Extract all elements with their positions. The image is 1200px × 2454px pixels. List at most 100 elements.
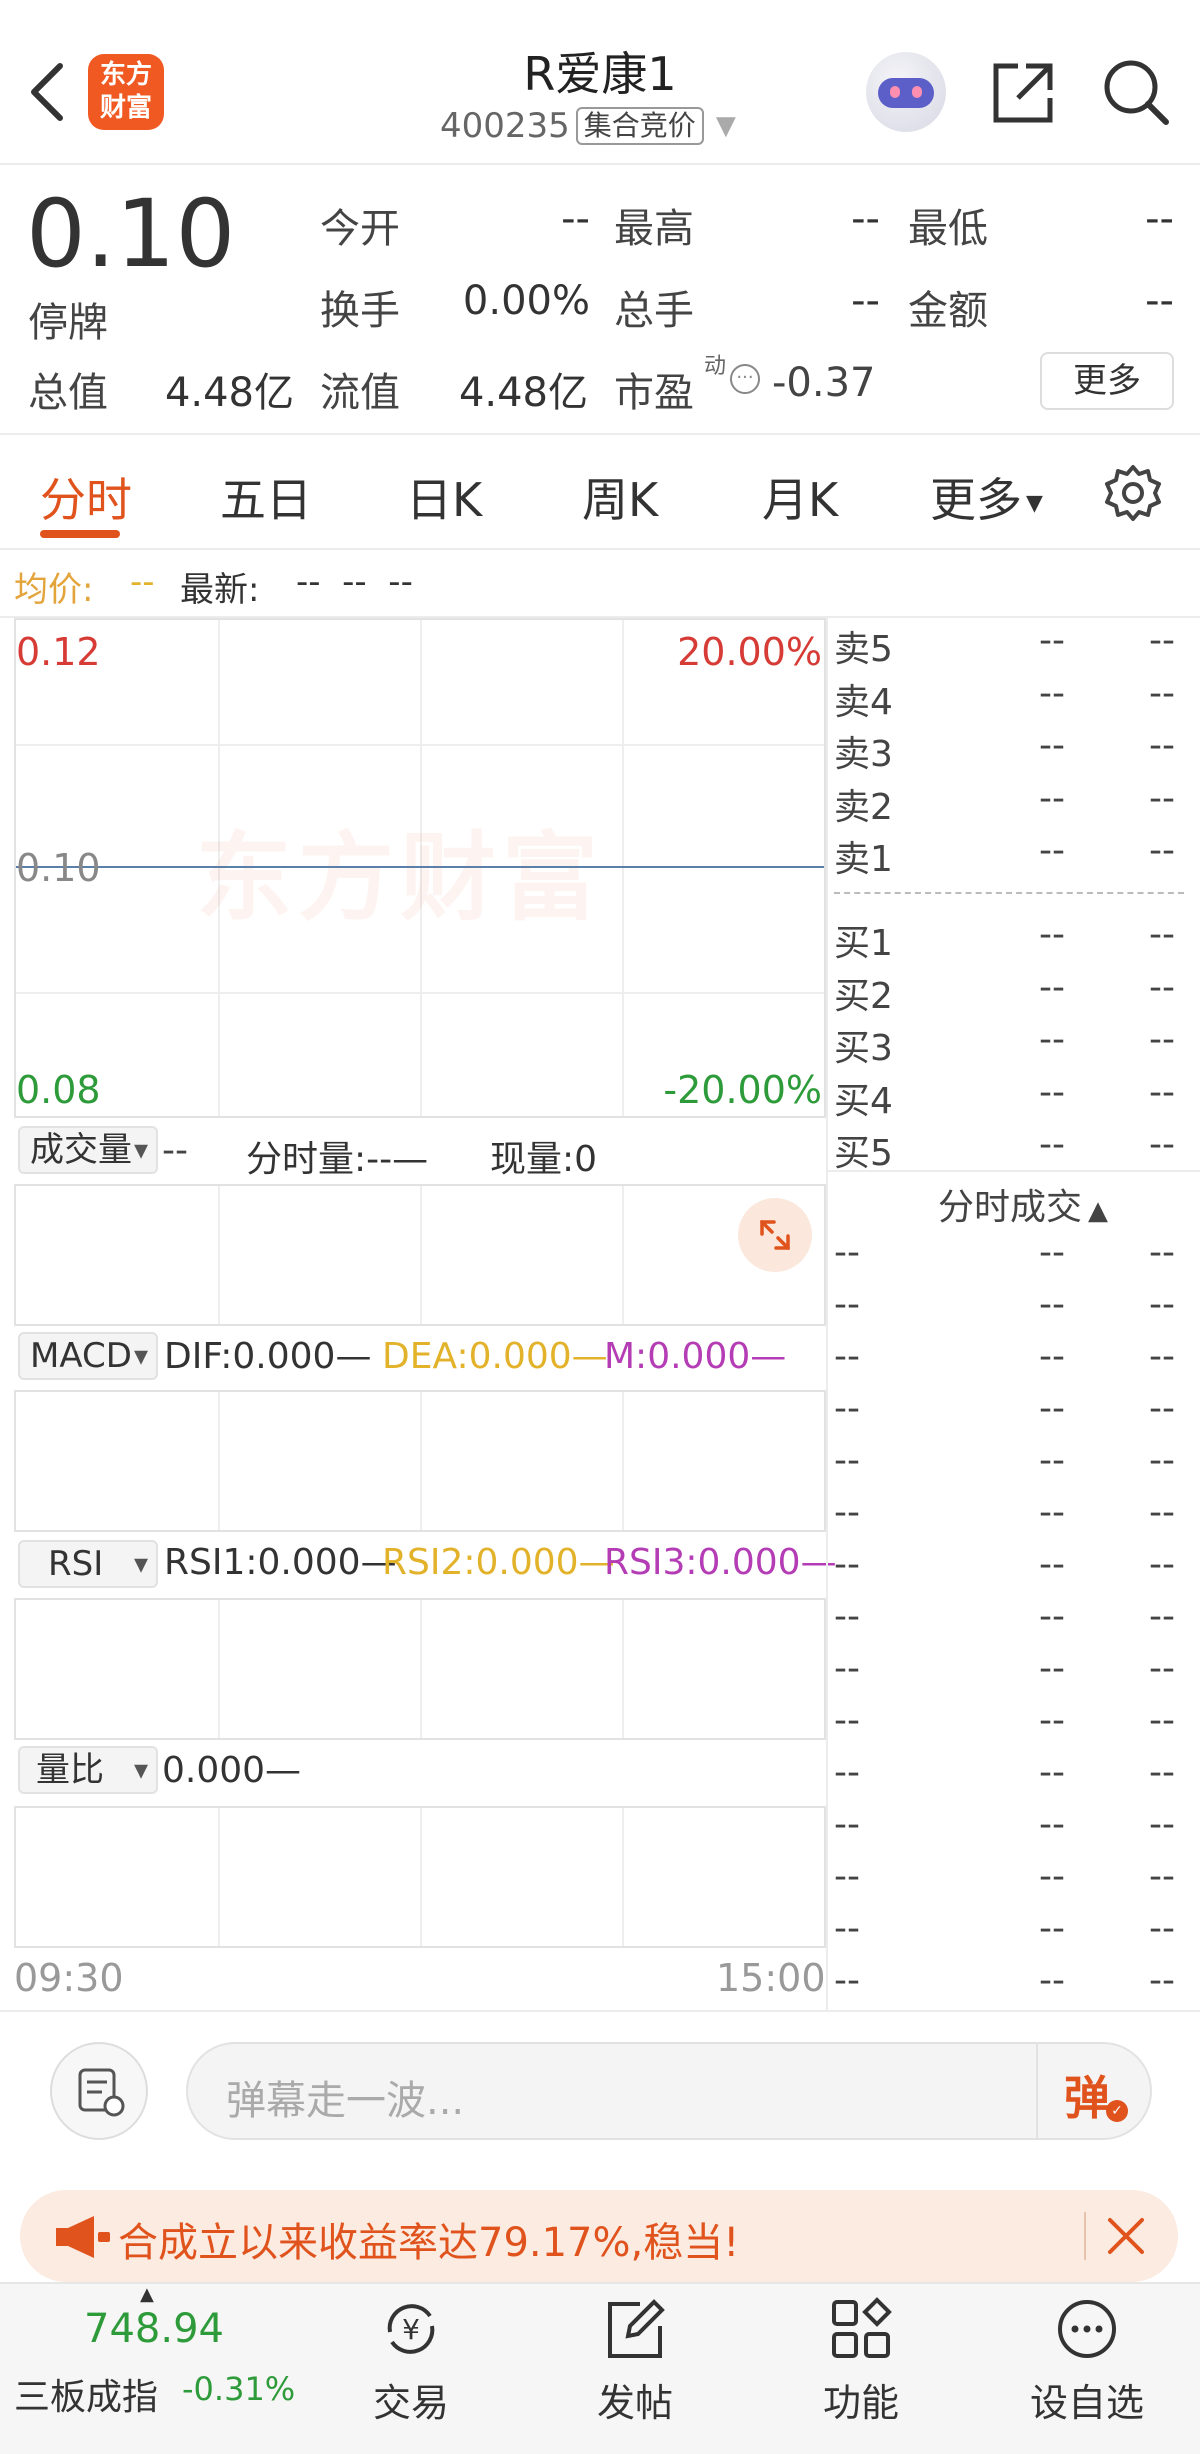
danmaku-settings-icon[interactable]	[50, 2042, 148, 2140]
trade-volume: --	[1149, 1388, 1175, 1429]
auction-tag: 集合竞价	[575, 107, 704, 145]
back-arrow-icon[interactable]	[24, 60, 68, 124]
close-icon[interactable]	[1104, 2214, 1148, 2258]
trade-label: --	[834, 1492, 860, 1533]
volume-value: --	[162, 1130, 188, 1171]
top-bar: 东方 财富 R爱康1 400235 集合竞价 ▼	[0, 0, 1200, 165]
rsi-indicator-select[interactable]: RSI	[18, 1540, 158, 1588]
tab-five-day[interactable]: 五日	[220, 464, 312, 530]
market-cap-label: 总值	[28, 370, 108, 416]
ask-label: 卖2	[834, 786, 893, 828]
tab-weekly-k[interactable]: 周K	[582, 464, 658, 530]
share-icon[interactable]	[988, 58, 1058, 128]
more-button[interactable]: 更多	[1040, 352, 1174, 410]
bid-row[interactable]: 买3 -- --	[834, 1019, 1200, 1071]
macd-m: M:0.000—	[604, 1336, 787, 1377]
volume-chart[interactable]	[14, 1184, 826, 1326]
trade-label: --	[834, 1752, 860, 1793]
trade-row[interactable]: -- -- --	[834, 1596, 1200, 1648]
ask-price: --	[1039, 672, 1065, 714]
trade-row[interactable]: -- -- --	[834, 1960, 1200, 2012]
trade-row[interactable]: -- -- --	[834, 1388, 1200, 1440]
trade-label: --	[834, 1544, 860, 1585]
macd-chart[interactable]	[14, 1390, 826, 1532]
index-value[interactable]: 748.94	[84, 2306, 224, 2352]
trades-title-label: 分时成交	[938, 1187, 1083, 1228]
ask-row[interactable]: 卖1 -- --	[834, 830, 1200, 882]
pct-axis-bottom: -20.00%	[663, 1068, 822, 1112]
tab-daily-k[interactable]: 日K	[406, 464, 482, 530]
promo-banner[interactable]: 合成立以来收益率达79.17%,稳当!	[20, 2190, 1178, 2282]
danmaku-input[interactable]: 弹幕走一波... 弹 ✓	[186, 2042, 1152, 2140]
nav-add-watchlist[interactable]: 设自选	[1012, 2294, 1162, 2427]
trade-price: --	[1039, 1492, 1065, 1533]
macd-indicator-select[interactable]: MACD	[18, 1332, 158, 1380]
danmaku-send-button[interactable]: 弹	[1064, 2062, 1110, 2128]
bid-volume: --	[1149, 1019, 1175, 1060]
trade-row[interactable]: -- -- --	[834, 1232, 1200, 1284]
trade-price: --	[1039, 1908, 1065, 1949]
trades-title[interactable]: 分时成交 ▲	[938, 1178, 1108, 1230]
trade-row[interactable]: -- -- --	[834, 1284, 1200, 1336]
tab-intraday[interactable]: 分时	[40, 464, 132, 530]
trade-row[interactable]: -- -- --	[834, 1492, 1200, 1544]
danmaku-bar: 弹幕走一波... 弹 ✓	[0, 2012, 1200, 2172]
avg-price-value: --	[130, 562, 155, 602]
assistant-robot-icon[interactable]	[866, 52, 946, 132]
trade-row[interactable]: -- -- --	[834, 1908, 1200, 1960]
ask-row[interactable]: 卖2 -- --	[834, 778, 1200, 830]
trade-row[interactable]: -- -- --	[834, 1700, 1200, 1752]
trade-label: --	[834, 1336, 860, 1377]
market-cap-value: 4.48亿	[164, 370, 294, 416]
trade-row[interactable]: -- -- --	[834, 1544, 1200, 1596]
volume-ratio-chart[interactable]	[14, 1806, 826, 1948]
search-icon[interactable]	[1100, 56, 1172, 128]
turnover-label: 换手	[320, 288, 400, 334]
danmaku-placeholder: 弹幕走一波...	[226, 2078, 465, 2124]
ask-row[interactable]: 卖3 -- --	[834, 725, 1200, 777]
current-volume: 现量:0	[490, 1139, 598, 1180]
trade-label: --	[834, 1960, 860, 2001]
tab-more[interactable]: 更多 ▼	[930, 464, 1043, 530]
nav-post[interactable]: 发帖	[560, 2294, 710, 2427]
stock-name: R爱康1	[523, 47, 677, 101]
ask-row[interactable]: 卖4 -- --	[834, 673, 1200, 725]
ask-row[interactable]: 卖5 -- --	[834, 620, 1200, 672]
bid-label: 买4	[834, 1080, 893, 1122]
trade-price: --	[1039, 1544, 1065, 1585]
trade-row[interactable]: -- -- --	[834, 1336, 1200, 1388]
index-name[interactable]: 三板成指	[14, 2368, 158, 2420]
trade-row[interactable]: -- -- --	[834, 1856, 1200, 1908]
more-dots-icon[interactable]: ···	[730, 364, 760, 394]
trade-row[interactable]: -- -- --	[834, 1440, 1200, 1492]
bid-row[interactable]: 买5 -- --	[834, 1124, 1200, 1176]
bid-row[interactable]: 买1 -- --	[834, 914, 1200, 966]
settings-gear-icon[interactable]	[1102, 462, 1164, 524]
volume-indicator-select[interactable]: 成交量	[18, 1126, 158, 1174]
stock-code-row[interactable]: 400235 集合竞价 ▼	[440, 106, 770, 146]
minute-volume: 分时量:--—	[246, 1139, 429, 1180]
pe-dynamic-mark: 动	[704, 354, 727, 379]
volume-ratio-select[interactable]: 量比	[18, 1746, 158, 1794]
tab-monthly-k[interactable]: 月K	[762, 464, 838, 530]
bid-row[interactable]: 买4 -- --	[834, 1072, 1200, 1124]
avg-price-label: 均价:	[14, 570, 94, 610]
bid-label: 买3	[834, 1028, 893, 1069]
nav-functions[interactable]: 功能	[786, 2294, 936, 2427]
intraday-chart[interactable]: 东方财富 0.12 0.10 0.08 20.00% -20.00%	[14, 618, 826, 1118]
trade-row[interactable]: -- -- --	[834, 1648, 1200, 1700]
rsi-chart[interactable]	[14, 1598, 826, 1740]
bid-label: 买5	[834, 1133, 893, 1174]
trade-volume: --	[1149, 1596, 1175, 1637]
caret-up-icon: ▲	[1088, 1196, 1109, 1226]
expand-icon[interactable]	[738, 1198, 812, 1272]
rsi-select-label: RSI	[48, 1544, 104, 1584]
trade-label: --	[834, 1908, 860, 1949]
trade-row[interactable]: -- -- --	[834, 1804, 1200, 1856]
app-logo: 东方 财富	[88, 54, 164, 130]
trade-row[interactable]: -- -- --	[834, 1752, 1200, 1804]
volume-select-label: 成交量	[30, 1130, 132, 1170]
bid-row[interactable]: 买2 -- --	[834, 967, 1200, 1019]
trade-volume: --	[1149, 1492, 1175, 1533]
nav-trade[interactable]: ¥ 交易	[336, 2294, 486, 2427]
